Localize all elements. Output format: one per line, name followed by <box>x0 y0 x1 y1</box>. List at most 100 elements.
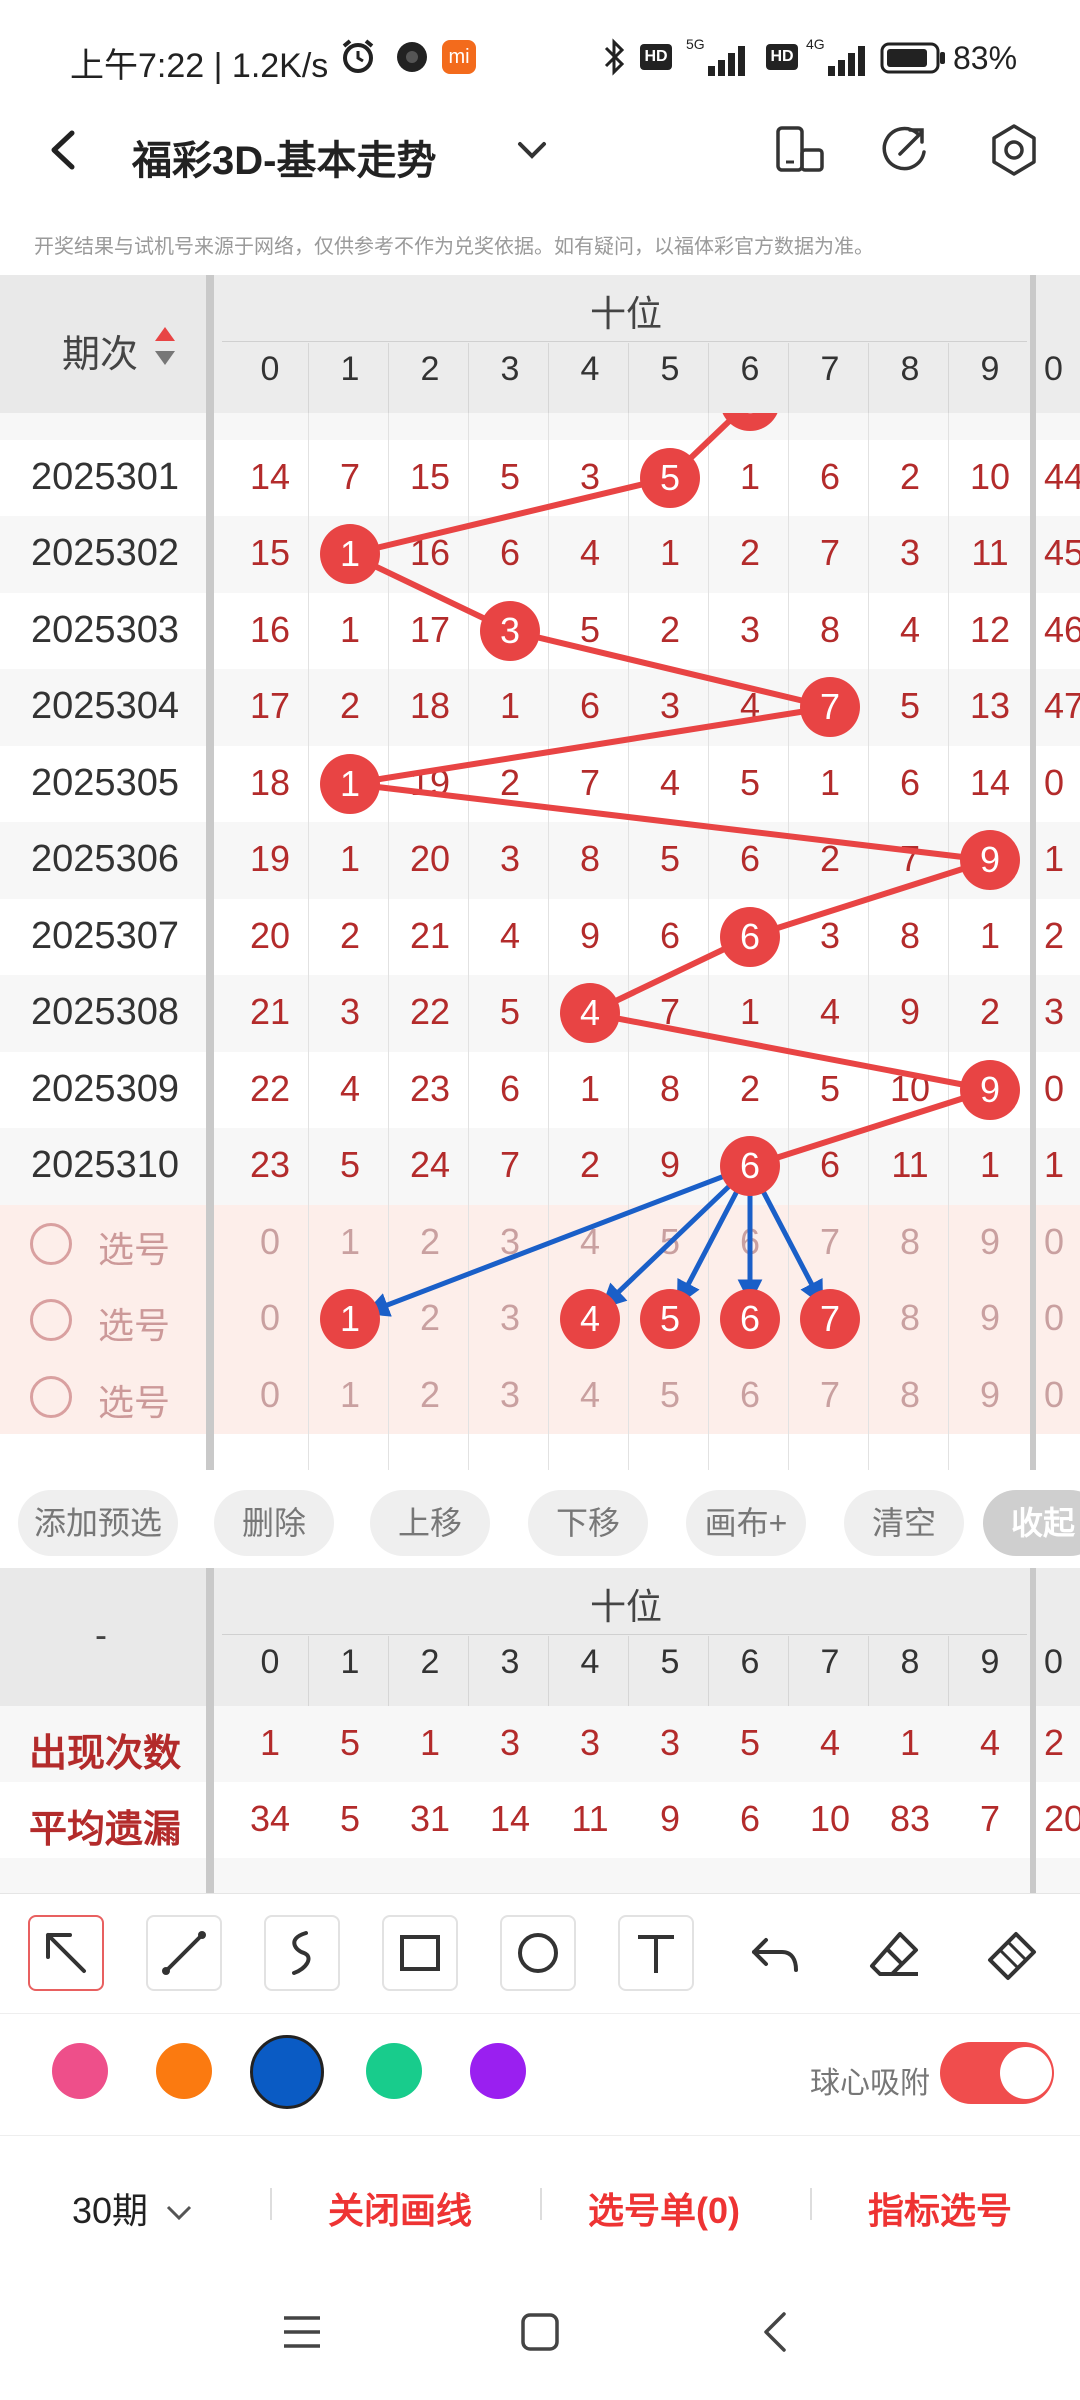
hit-ball: 9 <box>960 1059 1020 1120</box>
battery-icon <box>880 42 945 74</box>
pick-list-button[interactable]: 选号单(0) <box>588 2182 740 2234</box>
column-divider <box>308 343 309 413</box>
freehand-icon <box>292 1931 311 1975</box>
tens-col-7: 7 <box>820 350 840 388</box>
color-orange-swatch[interactable] <box>156 2043 212 2099</box>
add-preselect-button[interactable]: 添加预选 <box>18 1490 178 1556</box>
stats-cell: 1 <box>419 1722 441 1763</box>
column-divider <box>948 1636 949 1706</box>
color-green-swatch[interactable] <box>366 2043 422 2099</box>
color-pink-swatch[interactable] <box>52 2043 108 2099</box>
stats-cell: 1 <box>899 1722 921 1763</box>
column-divider <box>868 1636 869 1706</box>
hd-badge-2: HD <box>766 44 798 70</box>
battery-level: 83% <box>953 40 1018 76</box>
group-divider <box>206 275 214 1470</box>
picked-ball[interactable]: 6 <box>720 1289 780 1350</box>
separator <box>540 2188 542 2220</box>
column-divider <box>948 343 949 413</box>
hit-ball: 6 <box>720 906 780 967</box>
tens-col-9: 9 <box>980 350 1000 388</box>
picked-ball[interactable]: 1 <box>320 1289 380 1350</box>
chevron-down-icon[interactable] <box>515 138 549 162</box>
period-selector[interactable]: 30期 <box>72 2182 194 2234</box>
delete-button[interactable]: 删除 <box>214 1490 334 1556</box>
stats-cell: 34 <box>249 1798 291 1839</box>
arrow-pointer-icon <box>46 1933 86 1973</box>
stats-cell: 31 <box>409 1798 451 1839</box>
trend-table[interactable]: 2025300136144235194320253011471553162104… <box>0 275 1080 1470</box>
page-title[interactable]: 福彩3D-基本走势 <box>132 128 436 186</box>
move-down-button[interactable]: 下移 <box>528 1490 648 1556</box>
snap-to-center-label: 球心吸附 <box>810 2067 930 2100</box>
stats-row-label: 平均遗漏 <box>28 1809 181 1851</box>
tens-col-1: 1 <box>340 350 360 388</box>
stats-col-0: 0 <box>260 1643 280 1681</box>
stats-cell: 11 <box>571 1798 609 1839</box>
sort-icon[interactable] <box>152 323 178 369</box>
tens-col-3: 3 <box>500 350 520 388</box>
settings-icon[interactable] <box>986 122 1042 178</box>
picked-ball[interactable]: 4 <box>560 1289 620 1350</box>
text-tool[interactable] <box>618 1915 694 1991</box>
hit-ball: 1 <box>320 524 380 585</box>
hit-ball: 3 <box>480 600 540 661</box>
stats-corner: - <box>0 1568 210 1706</box>
circle-tool[interactable] <box>500 1915 576 1991</box>
clear-canvas-icon[interactable] <box>978 1920 1048 1990</box>
disclaimer-notice: 开奖结果与试机号来源于网络，仅供参考不作为兑奖依据。如有疑问，以福体彩官方数据为… <box>34 236 874 258</box>
tens-col-5: 5 <box>660 350 680 388</box>
rectangle-tool[interactable] <box>382 1915 458 1991</box>
toggle-knob <box>1000 2047 1052 2099</box>
share-icon[interactable] <box>876 122 932 178</box>
separator <box>270 2188 272 2220</box>
freehand-tool[interactable] <box>264 1915 340 1991</box>
indicator-pick-button[interactable]: 指标选号 <box>868 2182 1012 2234</box>
hd-badge: HD <box>640 44 672 70</box>
stats-cell: 5 <box>339 1722 361 1763</box>
tens-next-col: 0 <box>1044 350 1063 388</box>
circle-icon <box>518 1933 558 1973</box>
header-rule <box>222 1634 1027 1635</box>
picked-ball[interactable]: 5 <box>640 1289 700 1350</box>
stats-col-1: 1 <box>340 1643 360 1681</box>
tens-col-2: 2 <box>420 350 440 388</box>
tens-col-8: 8 <box>900 350 920 388</box>
column-divider <box>548 343 549 413</box>
column-divider <box>868 343 869 413</box>
undo-icon[interactable] <box>740 1920 810 1990</box>
color-blue-swatch[interactable] <box>250 2035 324 2109</box>
rotate-screen-icon[interactable] <box>770 122 826 178</box>
signal-4g-icon <box>828 46 865 76</box>
stats-cell: 3 <box>659 1722 681 1763</box>
home-icon[interactable] <box>520 2312 560 2352</box>
nav-back-icon[interactable] <box>760 2310 790 2354</box>
stats-table: - 十位 01234567890 出现次数 1 5 1 3 3 3 5 4 1 4 2 平均遗漏 34 5 3… <box>0 1568 1080 1893</box>
close-drawing-button[interactable]: 关闭画线 <box>328 2182 472 2234</box>
stats-row-label: 出现次数 <box>28 1733 181 1775</box>
picked-ball[interactable]: 7 <box>800 1289 860 1350</box>
canvas-plus-button[interactable]: 画布+ <box>686 1490 806 1556</box>
status-time: 上午7:22 | 1.2K/s <box>70 47 329 85</box>
stats-next-cell: 20 <box>1044 1798 1080 1839</box>
stats-col-2: 2 <box>420 1643 440 1681</box>
collapse-button[interactable]: 收起 <box>983 1490 1080 1556</box>
line-tool[interactable] <box>146 1915 222 1991</box>
select-arrow-tool[interactable] <box>28 1915 104 1991</box>
stats-next-cell: 2 <box>1044 1722 1065 1763</box>
stats-row-partial <box>0 1858 1080 1893</box>
issue-column-header[interactable]: 期次 <box>0 275 210 413</box>
column-divider <box>708 1636 709 1706</box>
eraser-icon[interactable] <box>860 1920 930 1990</box>
tens-col-6: 6 <box>740 350 760 388</box>
back-arrow-icon[interactable] <box>40 125 90 175</box>
stats-cell: 1 <box>259 1722 281 1763</box>
signal-5g-icon <box>708 46 745 76</box>
clear-button[interactable]: 清空 <box>844 1490 964 1556</box>
hit-ball: 6 <box>720 1136 780 1197</box>
move-up-button[interactable]: 上移 <box>370 1490 490 1556</box>
tens-col-4: 4 <box>580 350 600 388</box>
menu-icon[interactable] <box>280 2312 324 2352</box>
color-purple-swatch[interactable] <box>470 2043 526 2099</box>
stats-cell: 4 <box>819 1722 841 1763</box>
